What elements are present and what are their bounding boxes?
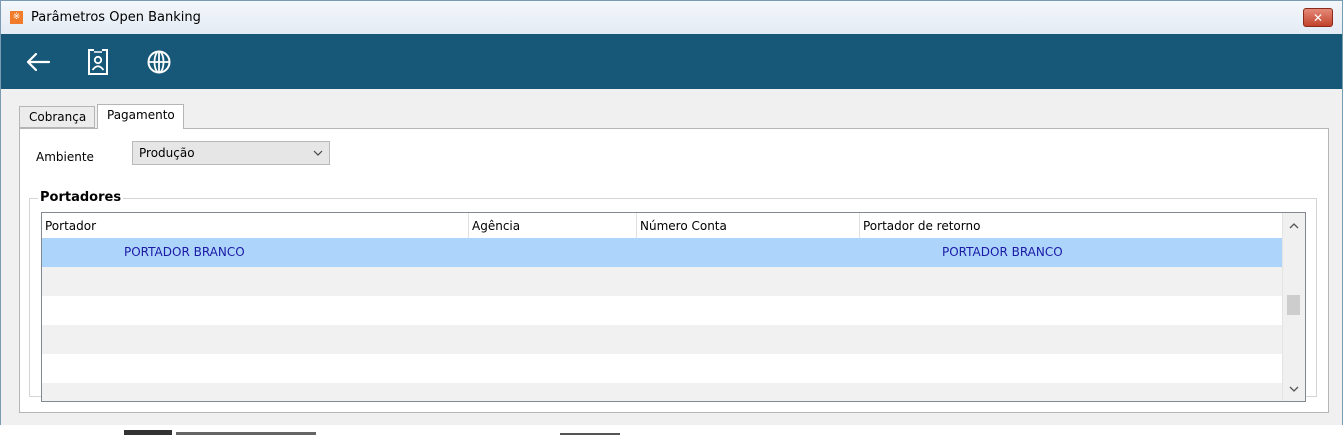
id-badge-icon [88,49,108,75]
tab-cobranca[interactable]: Cobrança [19,106,96,128]
app-icon: ※ [10,11,23,24]
empty-row [42,296,1283,325]
scrollbar-thumb[interactable] [1287,295,1300,315]
portadores-grid[interactable]: Portador Agência Número Conta Portador d… [41,212,1306,402]
ambiente-select-value: Produção [139,146,195,160]
tab-pagamento[interactable]: Pagamento [97,104,184,129]
vertical-scrollbar[interactable] [1282,213,1305,401]
column-header-portador[interactable]: Portador [42,213,469,238]
title-bar: ※ Parâmetros Open Banking ✕ [1,1,1342,35]
pagamento-panel: Ambiente Produção Portadores Portador Ag… [19,128,1329,413]
table-row[interactable]: PORTADOR BRANCO PORTADOR BRANCO [42,238,1283,267]
cell-portador: PORTADOR BRANCO [124,245,245,259]
chevron-up-icon[interactable] [1288,220,1300,232]
empty-row [42,267,1283,296]
column-header-numero-conta[interactable]: Número Conta [637,213,860,238]
close-button[interactable]: ✕ [1303,8,1333,27]
empty-row [42,325,1283,354]
back-button[interactable] [23,47,53,77]
ambiente-select[interactable]: Produção [132,141,330,165]
column-header-portador-retorno[interactable]: Portador de retorno [860,213,1283,238]
portadores-group: Portadores Portador Agência Número Conta… [29,190,1317,402]
cell-portador-retorno: PORTADOR BRANCO [942,245,1063,259]
toolbar [1,34,1342,89]
globe-button[interactable] [144,47,174,77]
grid-header: Portador Agência Número Conta Portador d… [42,213,1283,239]
chevron-down-icon [313,150,323,156]
chevron-down-icon[interactable] [1288,383,1300,395]
background-window-strip [120,428,1320,435]
portadores-group-label: Portadores [38,190,124,205]
globe-icon [147,50,171,74]
empty-row [42,383,1283,401]
ambiente-label: Ambiente [36,150,94,164]
empty-row [42,354,1283,383]
content-area: Cobrança Pagamento Ambiente Produção Por… [1,89,1342,425]
open-banking-window: ※ Parâmetros Open Banking ✕ Cobrança Pag… [0,0,1343,425]
back-arrow-icon [26,52,51,72]
window-title: Parâmetros Open Banking [31,10,201,25]
column-header-agencia[interactable]: Agência [469,213,637,238]
id-badge-button[interactable] [83,47,113,77]
